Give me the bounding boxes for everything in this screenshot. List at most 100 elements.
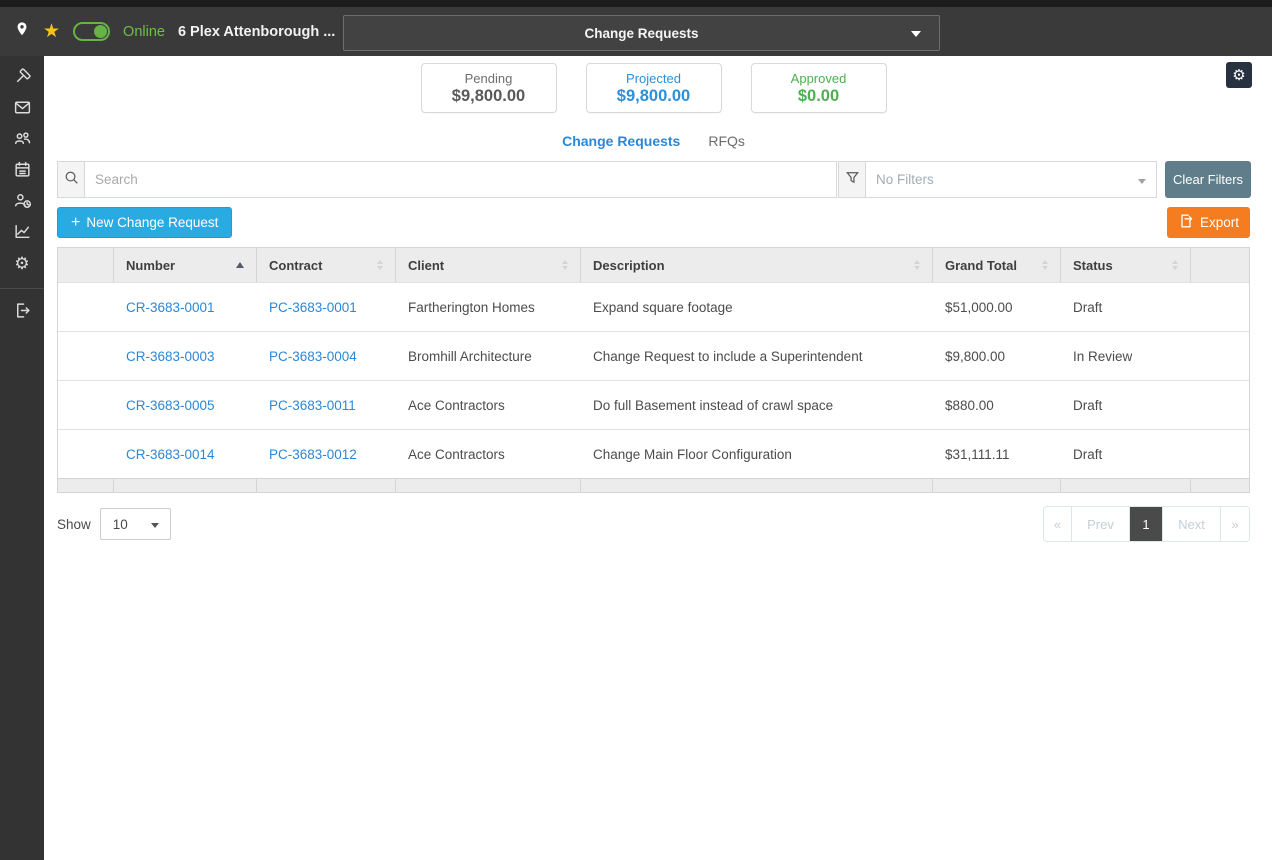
table-row[interactable]: CR-3683-0003 PC-3683-0004 Bromhill Archi…: [58, 331, 1249, 380]
tab-rfqs[interactable]: RFQs: [708, 133, 745, 149]
plus-icon: +: [71, 214, 80, 232]
column-header-client[interactable]: Client: [396, 248, 581, 282]
row-actions-cell: [1191, 332, 1251, 380]
table-footer-controls: Show 10 « Prev 1 Next »: [57, 506, 1250, 542]
online-toggle[interactable]: [73, 22, 110, 41]
column-header-status[interactable]: Status: [1061, 248, 1191, 282]
grand-total-cell: $880.00: [933, 381, 1061, 429]
column-header-contract[interactable]: Contract: [257, 248, 396, 282]
current-page-button[interactable]: 1: [1130, 507, 1163, 541]
line-chart-icon: [13, 222, 32, 246]
row-actions-cell: [1191, 381, 1251, 429]
sidebar: ⚙: [0, 56, 44, 860]
table-footer-strip: [58, 478, 1249, 492]
number-link[interactable]: CR-3683-0005: [126, 398, 215, 413]
calendar-icon: [13, 160, 32, 184]
logout-icon: [13, 301, 32, 325]
contract-link[interactable]: PC-3683-0004: [269, 349, 357, 364]
export-icon: [1178, 213, 1194, 232]
number-link[interactable]: CR-3683-0001: [126, 300, 215, 315]
client-cell: Bromhill Architecture: [396, 332, 581, 380]
row-actions-cell: [1191, 430, 1251, 478]
sidebar-item-projects[interactable]: [0, 63, 44, 94]
page-size-select[interactable]: 10: [100, 508, 171, 540]
column-label: Contract: [269, 258, 322, 273]
envelope-icon: [13, 98, 32, 122]
search-filter-row: No Filters Clear Filters: [57, 161, 1250, 198]
team-icon: [13, 129, 32, 153]
status-cell: Draft: [1061, 381, 1191, 429]
tab-bar: Change Requests RFQs: [57, 133, 1250, 149]
chevron-down-icon: [911, 31, 921, 37]
status-cell: Draft: [1061, 283, 1191, 331]
next-page-button[interactable]: Next: [1163, 507, 1221, 541]
filters-dropdown[interactable]: No Filters: [866, 161, 1157, 198]
sidebar-item-messages[interactable]: [0, 94, 44, 125]
favorite-star-icon[interactable]: ★: [43, 22, 60, 41]
column-header-description[interactable]: Description: [581, 248, 933, 282]
pending-amount: $9,800.00: [452, 87, 525, 106]
sort-asc-icon: [236, 262, 244, 268]
sidebar-item-reports[interactable]: [0, 218, 44, 249]
column-header-number[interactable]: Number: [114, 248, 257, 282]
sidebar-item-settings[interactable]: ⚙: [0, 249, 44, 280]
pagination: « Prev 1 Next »: [1043, 506, 1250, 542]
column-label: Number: [126, 258, 175, 273]
location-pin-icon[interactable]: [14, 20, 30, 43]
approved-label: Approved: [791, 71, 847, 86]
number-link[interactable]: CR-3683-0003: [126, 349, 215, 364]
table-row[interactable]: CR-3683-0005 PC-3683-0011 Ace Contractor…: [58, 380, 1249, 429]
summary-cards: Pending $9,800.00 Projected $9,800.00 Ap…: [57, 63, 1250, 113]
search-icon: [63, 169, 80, 191]
sidebar-item-team[interactable]: [0, 125, 44, 156]
sort-icon: [377, 260, 383, 270]
search-input[interactable]: [85, 161, 837, 198]
sidebar-item-schedule[interactable]: [0, 156, 44, 187]
change-requests-table: Number Contract Client Description Grand…: [57, 247, 1250, 493]
table-row[interactable]: CR-3683-0014 PC-3683-0012 Ace Contractor…: [58, 429, 1249, 478]
funnel-icon: [844, 169, 861, 191]
sidebar-item-time-tracking[interactable]: [0, 187, 44, 218]
gear-icon: ⚙: [1232, 66, 1245, 84]
sort-icon: [914, 260, 920, 270]
approved-amount: $0.00: [798, 87, 839, 106]
first-page-button[interactable]: «: [1044, 507, 1072, 541]
column-label: Description: [593, 258, 665, 273]
tab-change-requests[interactable]: Change Requests: [562, 133, 680, 149]
client-cell: Fartherington Homes: [396, 283, 581, 331]
last-page-button[interactable]: »: [1221, 507, 1249, 541]
approved-card: Approved $0.00: [751, 63, 887, 113]
client-cell: Ace Contractors: [396, 381, 581, 429]
main-content: ⚙ Pending $9,800.00 Projected $9,800.00 …: [44, 56, 1272, 860]
contract-link[interactable]: PC-3683-0012: [269, 447, 357, 462]
contract-link[interactable]: PC-3683-0011: [269, 398, 356, 413]
status-cell: In Review: [1061, 332, 1191, 380]
contract-link[interactable]: PC-3683-0001: [269, 300, 357, 315]
export-button[interactable]: Export: [1167, 207, 1250, 238]
page-size-value: 10: [113, 517, 128, 532]
column-header-grand-total[interactable]: Grand Total: [933, 248, 1061, 282]
grand-total-cell: $51,000.00: [933, 283, 1061, 331]
filters-value: No Filters: [876, 172, 934, 187]
page-selector-dropdown[interactable]: Change Requests: [343, 15, 940, 51]
gear-icon: ⚙: [14, 256, 29, 273]
clear-filters-button[interactable]: Clear Filters: [1165, 161, 1251, 198]
sidebar-item-logout[interactable]: [0, 297, 44, 328]
project-name[interactable]: 6 Plex Attenborough ...: [178, 24, 335, 40]
new-change-request-button[interactable]: + New Change Request: [57, 207, 232, 238]
new-change-request-label: New Change Request: [86, 215, 218, 230]
page-settings-button[interactable]: ⚙: [1226, 62, 1252, 88]
row-select-cell: [58, 381, 114, 429]
search-icon-box: [57, 161, 85, 198]
hammer-icon: [13, 67, 32, 91]
user-clock-icon: [13, 191, 32, 215]
prev-page-button[interactable]: Prev: [1072, 507, 1130, 541]
toggle-knob: [94, 25, 107, 38]
description-cell: Do full Basement instead of crawl space: [581, 381, 933, 429]
sort-icon: [1042, 260, 1048, 270]
column-label: Grand Total: [945, 258, 1017, 273]
chevron-down-icon: [1138, 179, 1146, 184]
number-link[interactable]: CR-3683-0014: [126, 447, 215, 462]
description-cell: Change Request to include a Superintende…: [581, 332, 933, 380]
table-row[interactable]: CR-3683-0001 PC-3683-0001 Fartherington …: [58, 282, 1249, 331]
